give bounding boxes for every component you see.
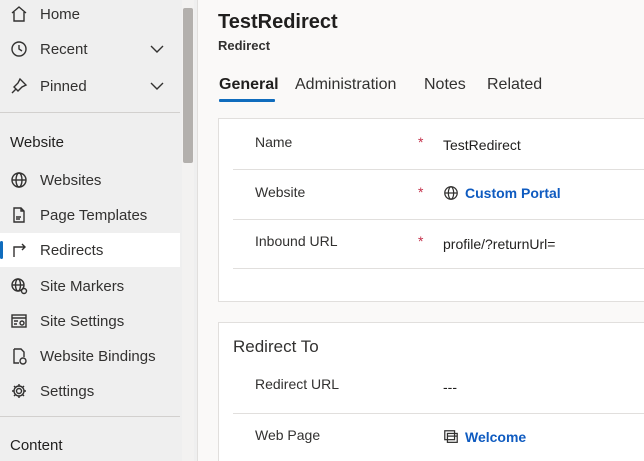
sidebar-scrollbar-thumb[interactable] [183, 8, 193, 163]
sidebar-item-redirects[interactable]: Redirects [0, 233, 180, 267]
tab-notes[interactable]: Notes [424, 76, 466, 94]
field-divider [233, 219, 644, 220]
sidebar-item-label: Websites [40, 171, 102, 189]
sidebar-item-website-bindings[interactable]: Website Bindings [0, 339, 180, 373]
required-marker: * [418, 233, 424, 249]
sidebar-section-content: Content [10, 437, 63, 454]
sidebar-item-label: Website Bindings [40, 347, 156, 365]
webpage-icon [443, 429, 459, 445]
required-marker: * [418, 184, 424, 200]
gear-icon [10, 382, 28, 400]
page-icon [10, 206, 28, 224]
field-divider [233, 169, 644, 170]
inbound-url-field[interactable]: profile/?returnUrl= [443, 236, 555, 252]
redirect-to-section: Redirect To Redirect URL --- Web Page We… [218, 322, 644, 461]
globe-icon [443, 185, 459, 201]
sidebar-item-label: Settings [40, 382, 95, 400]
inbound-url-label: Inbound URL [255, 233, 338, 249]
sidebar-item-recent[interactable]: Recent [0, 32, 180, 66]
sidebar-divider [0, 112, 180, 113]
website-link[interactable]: Custom Portal [465, 185, 561, 201]
general-section: Name * TestRedirect Website * Custom Por… [218, 118, 644, 302]
sidebar-divider [0, 416, 180, 417]
sidebar-item-label: Redirects [40, 241, 104, 259]
pin-icon [10, 77, 28, 95]
sidebar-nav: Home Recent Pinned Website Websites Page… [0, 0, 198, 461]
settings-panel-icon [10, 312, 28, 330]
website-label: Website [255, 184, 306, 200]
chevron-down-icon[interactable] [148, 77, 166, 95]
tab-related[interactable]: Related [487, 76, 542, 94]
sidebar-item-site-markers[interactable]: Site Markers [0, 269, 180, 303]
website-lookup[interactable]: Custom Portal [443, 185, 561, 201]
sidebar-item-label: Home [40, 5, 81, 23]
sidebar-item-label: Site Markers [40, 277, 125, 295]
binding-icon [10, 347, 28, 365]
record-title: TestRedirect [218, 11, 338, 33]
sidebar-item-settings[interactable]: Settings [0, 374, 180, 408]
redirect-icon [10, 241, 28, 259]
tab-general[interactable]: General [219, 76, 279, 94]
sidebar-item-page-templates[interactable]: Page Templates [0, 198, 180, 232]
clock-icon [10, 40, 28, 58]
sidebar-item-websites[interactable]: Websites [0, 163, 180, 197]
sidebar-item-pinned[interactable]: Pinned [0, 69, 180, 103]
section-title: Redirect To [233, 337, 319, 356]
record-entity-type: Redirect [218, 38, 271, 53]
sidebar-item-home[interactable]: Home [0, 0, 180, 31]
sidebar-item-label: Page Templates [40, 206, 148, 224]
field-divider [233, 268, 644, 269]
name-field[interactable]: TestRedirect [443, 137, 521, 153]
sidebar-section-website: Website [10, 134, 64, 151]
sidebar-item-site-settings[interactable]: Site Settings [0, 304, 180, 338]
field-divider [233, 413, 644, 414]
name-label: Name [255, 134, 293, 150]
tab-administration[interactable]: Administration [295, 76, 396, 94]
sidebar-item-label: Site Settings [40, 312, 125, 330]
chevron-down-icon[interactable] [148, 40, 166, 58]
redirect-url-field[interactable]: --- [443, 379, 457, 395]
redirect-url-label: Redirect URL [255, 376, 340, 392]
sidebar-item-label: Recent [40, 40, 88, 58]
web-page-lookup[interactable]: Welcome [443, 429, 526, 445]
globe-marker-icon [10, 277, 28, 295]
home-icon [10, 5, 28, 23]
sidebar-item-label: Pinned [40, 77, 87, 95]
web-page-label: Web Page [255, 427, 321, 443]
web-page-link[interactable]: Welcome [465, 429, 526, 445]
active-tab-indicator [219, 99, 275, 102]
globe-icon [10, 171, 28, 189]
record-form: TestRedirect Redirect General Administra… [199, 0, 644, 461]
required-marker: * [418, 134, 424, 150]
